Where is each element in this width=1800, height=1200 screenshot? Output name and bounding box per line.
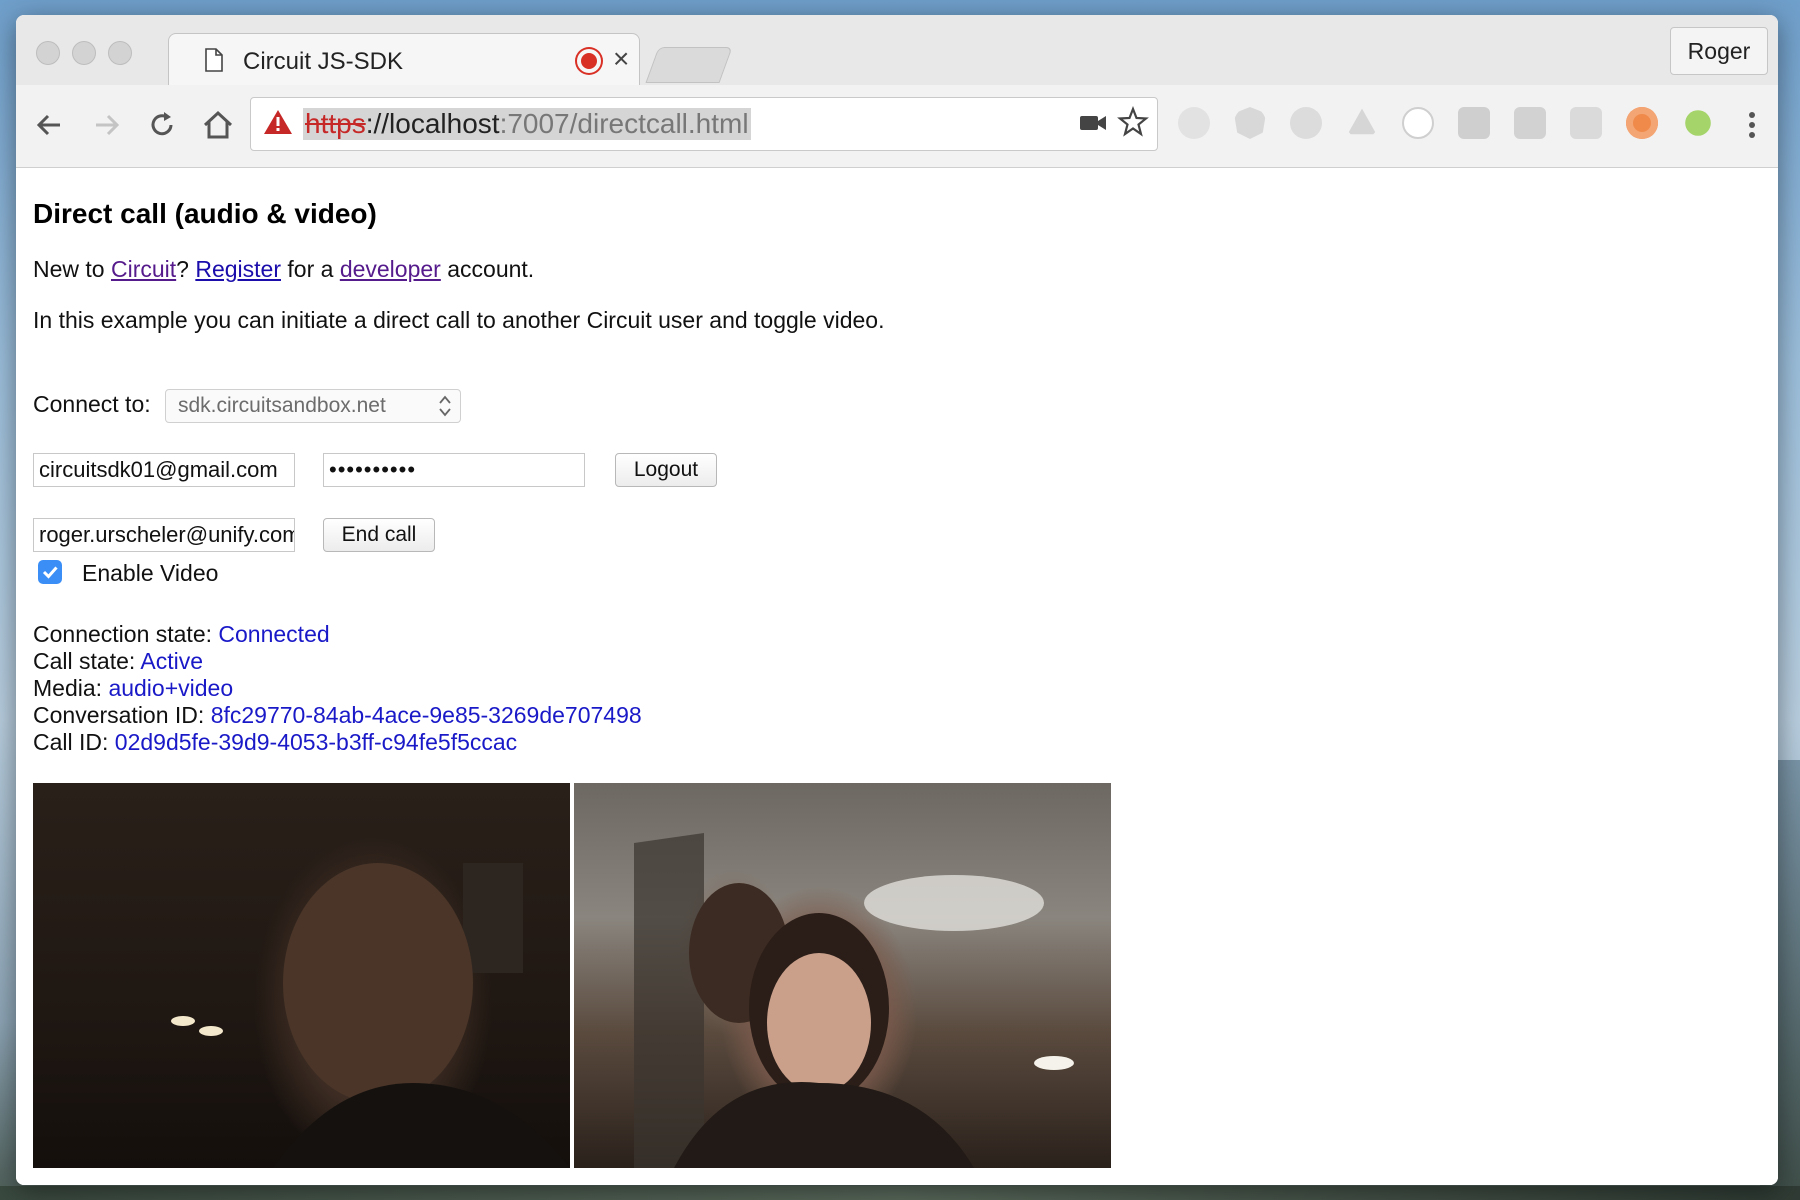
media-value: audio+video xyxy=(108,675,234,701)
call-id-line: Call ID: 02d9d5fe-39d9-4053-b3ff-c94fe5f… xyxy=(33,729,517,756)
ext-icon-6[interactable] xyxy=(1458,107,1490,139)
browser-window: Circuit JS-SDK × Roger https://localhost… xyxy=(16,15,1778,1185)
google-plus-icon[interactable] xyxy=(1514,107,1546,139)
checkmark-icon xyxy=(42,566,58,579)
page-content: Direct call (audio & video) New to Circu… xyxy=(16,168,1778,1185)
browser-menu-icon[interactable] xyxy=(1746,105,1758,145)
url-text[interactable]: https://localhost:7007/directcall.html xyxy=(303,108,751,140)
lifebuoy-icon[interactable] xyxy=(1626,107,1658,139)
tab-circuit-js-sdk[interactable]: Circuit JS-SDK × xyxy=(168,33,640,88)
intro-text-3: for a xyxy=(281,256,340,282)
intro-text-1: New to xyxy=(33,256,111,282)
media-line: Media: audio+video xyxy=(33,675,233,702)
media-label: Media: xyxy=(33,675,109,701)
back-arrow-icon[interactable] xyxy=(32,107,68,143)
minimize-window-button[interactable] xyxy=(72,41,96,65)
reload-icon[interactable] xyxy=(144,107,180,143)
conversation-id-label: Conversation ID: xyxy=(33,702,211,728)
register-link[interactable]: Register xyxy=(195,256,281,282)
browser-toolbar: https://localhost:7007/directcall.html xyxy=(16,85,1778,168)
enable-video-label: Enable Video xyxy=(82,560,219,586)
not-secure-warning-icon[interactable] xyxy=(263,108,293,136)
email-field[interactable]: circuitsdk01@gmail.com xyxy=(33,453,295,487)
local-video xyxy=(33,783,570,1168)
address-bar[interactable]: https://localhost:7007/directcall.html xyxy=(250,97,1158,151)
url-scheme: https xyxy=(305,108,366,139)
m-icon[interactable] xyxy=(1290,107,1322,139)
angular-icon[interactable] xyxy=(1234,107,1266,139)
call-id-label: Call ID: xyxy=(33,729,115,755)
json-icon[interactable] xyxy=(1402,107,1434,139)
ext-icon-1[interactable] xyxy=(1178,107,1210,139)
password-field[interactable]: •••••••••• xyxy=(323,453,585,487)
page-icon xyxy=(205,48,223,72)
local-video-frame xyxy=(171,863,570,1168)
developer-link[interactable]: developer xyxy=(340,256,441,282)
conversation-id-value: 8fc29770-84ab-4ace-9e85-3269de707498 xyxy=(210,702,642,728)
call-id-value: 02d9d5fe-39d9-4053-b3ff-c94fe5f5ccac xyxy=(114,729,518,755)
home-icon[interactable] xyxy=(200,107,236,143)
bookmark-star-icon[interactable] xyxy=(1117,106,1149,138)
server-select[interactable]: sdk.circuitsandbox.net xyxy=(165,389,461,423)
call-state-label: Call state: xyxy=(33,648,141,674)
enable-video-checkbox[interactable] xyxy=(38,560,62,584)
zoom-window-button[interactable] xyxy=(108,41,132,65)
profile-button[interactable]: Roger xyxy=(1670,27,1768,75)
close-window-button[interactable] xyxy=(36,41,60,65)
drive-icon[interactable] xyxy=(1347,108,1377,135)
callee-email-field[interactable]: roger.urscheler@unify.com xyxy=(33,518,295,552)
tab-close-button[interactable]: × xyxy=(613,44,629,74)
desktop-dock-edge xyxy=(0,1186,1800,1200)
new-tab-button[interactable] xyxy=(645,47,733,83)
tab-title: Circuit JS-SDK xyxy=(243,48,404,75)
connection-state-value: Connected xyxy=(218,621,330,647)
remote-video xyxy=(574,783,1111,1168)
logout-button[interactable]: Logout xyxy=(615,453,717,487)
call-state-line: Call state: Active xyxy=(33,648,203,675)
end-call-button[interactable]: End call xyxy=(323,518,435,552)
c-icon[interactable] xyxy=(1685,110,1711,136)
circuit-link[interactable]: Circuit xyxy=(111,256,176,282)
connection-state-line: Connection state: Connected xyxy=(33,621,330,648)
description-paragraph: In this example you can initiate a direc… xyxy=(33,307,885,333)
page-title: Direct call (audio & video) xyxy=(33,198,377,229)
conversation-id-line: Conversation ID: 8fc29770-84ab-4ace-9e85… xyxy=(33,702,642,729)
intro-text-4: account. xyxy=(440,256,535,282)
camera-in-use-icon[interactable] xyxy=(1079,112,1107,134)
intro-text-2: ? xyxy=(176,256,196,282)
tab-strip: Circuit JS-SDK × Roger xyxy=(16,15,1778,88)
ext-icon-8[interactable] xyxy=(1570,107,1602,139)
forward-arrow-icon[interactable] xyxy=(88,107,124,143)
url-port-path: :7007/directcall.html xyxy=(499,108,749,139)
call-state-value: Active xyxy=(140,648,204,674)
url-host: ://localhost xyxy=(365,108,500,139)
remote-video-frame xyxy=(634,833,1074,1168)
connection-state-label: Connection state: xyxy=(33,621,219,647)
recording-indicator-icon xyxy=(577,49,601,73)
connect-to-label: Connect to: xyxy=(33,391,151,417)
chevron-updown-icon xyxy=(439,395,451,417)
server-select-value: sdk.circuitsandbox.net xyxy=(178,394,386,417)
intro-paragraph: New to Circuit? Register for a developer… xyxy=(33,256,534,283)
